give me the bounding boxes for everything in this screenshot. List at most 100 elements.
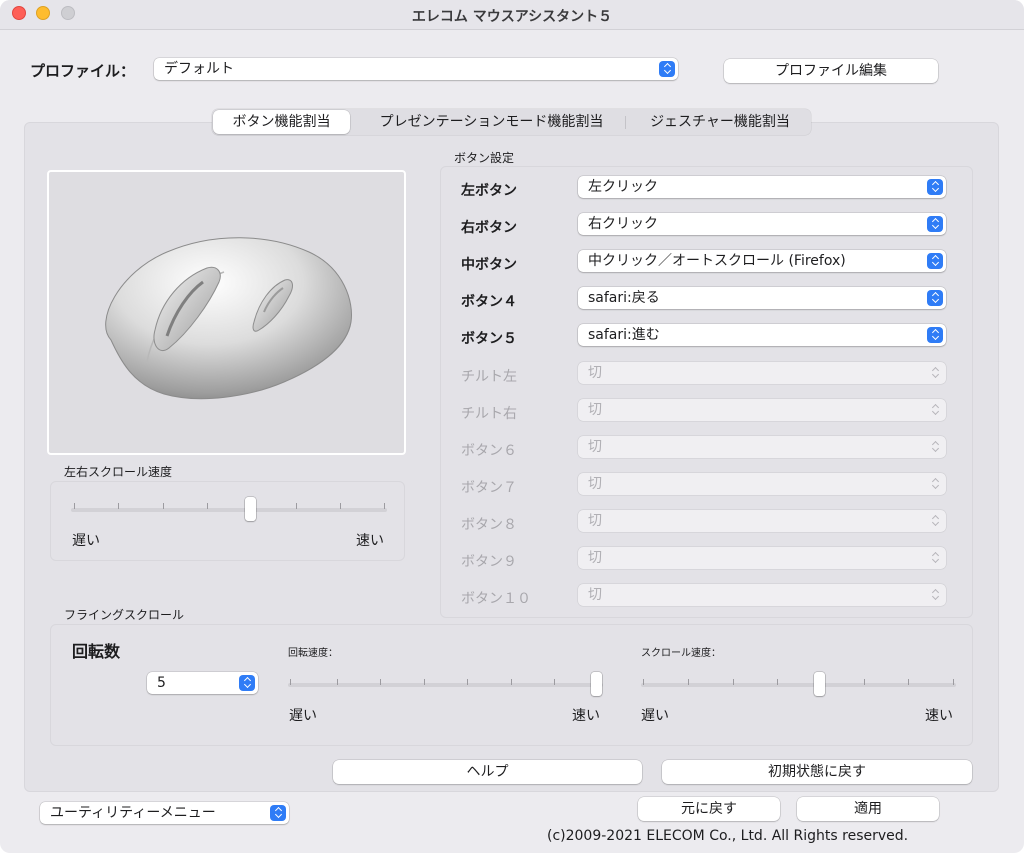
utility-menu-select[interactable]: ユーティリティーメニュー <box>40 802 289 824</box>
chevron-updown-icon <box>927 587 943 603</box>
flying-scroll-title: フライングスクロール <box>64 608 185 622</box>
slider-tick <box>380 679 381 685</box>
tilt-left-value: 切 <box>588 365 602 381</box>
window-title: エレコム マウスアシスタント５ <box>411 9 613 25</box>
chevron-updown-icon <box>927 365 943 381</box>
slider-tick <box>511 679 512 685</box>
reset-defaults-button[interactable]: 初期状態に戻す <box>662 760 972 784</box>
copyright-text: (c)2009-2021 ELECOM Co., Ltd. All Rights… <box>547 828 909 844</box>
button-9-value: 切 <box>588 550 602 566</box>
rotation-speed-label: 回転速度： <box>288 648 338 659</box>
chevron-updown-icon <box>927 476 943 492</box>
tab-button-assign[interactable]: ボタン機能割当 <box>213 110 350 134</box>
chevron-updown-icon <box>927 439 943 455</box>
utility-menu-value: ユーティリティーメニュー <box>50 805 216 821</box>
chevron-updown-icon <box>927 402 943 418</box>
edit-profile-button[interactable]: プロファイル編集 <box>724 59 938 83</box>
slider-tick <box>118 503 119 509</box>
horizontal-scroll-title: 左右スクロール速度 <box>64 465 173 479</box>
slider-tick <box>688 679 689 685</box>
rotation-speed-slider-knob[interactable] <box>591 672 602 696</box>
scroll-speed-fast-label: 速い <box>925 708 953 724</box>
tab-gesture-assign[interactable]: ジェスチャー機能割当 <box>632 109 808 135</box>
profile-select[interactable]: デフォルト <box>154 58 678 80</box>
scroll-speed-slider-knob[interactable] <box>814 672 825 696</box>
slider-tick <box>340 503 341 509</box>
slider-tick <box>290 679 291 685</box>
button-10-value: 切 <box>588 587 602 603</box>
chevron-updown-icon <box>927 513 943 529</box>
rotation-speed-track <box>288 683 603 687</box>
slider-tick <box>296 503 297 509</box>
scroll-speed-label: スクロール速度： <box>641 648 721 659</box>
chevron-updown-icon <box>927 550 943 566</box>
chevron-updown-icon <box>927 253 943 269</box>
button-settings-title: ボタン設定 <box>454 151 515 165</box>
row-label-right-button: 右ボタン <box>461 220 517 236</box>
mouse-preview <box>47 170 406 455</box>
slider-tick <box>467 679 468 685</box>
button-7-value: 切 <box>588 476 602 492</box>
slider-tick <box>908 679 909 685</box>
slider-tick <box>384 503 385 509</box>
left-button-value: 左クリック <box>588 179 658 195</box>
rotations-select[interactable]: 5 <box>147 672 258 694</box>
title-bar: エレコム マウスアシスタント５ <box>0 0 1024 30</box>
button-9-select[interactable]: 切 <box>578 547 946 569</box>
chevron-updown-icon <box>659 61 675 77</box>
chevron-updown-icon <box>239 675 255 691</box>
tab-presentation-assign[interactable]: プレゼンテーションモード機能割当 <box>355 109 628 135</box>
slider-tick <box>554 679 555 685</box>
chevron-updown-icon <box>927 327 943 343</box>
button-6-value: 切 <box>588 439 602 455</box>
slider-tick <box>864 679 865 685</box>
row-label-button-4: ボタン４ <box>461 294 517 310</box>
rotation-speed-slow-label: 遅い <box>289 708 317 724</box>
horizontal-scroll-group <box>50 481 405 561</box>
revert-button[interactable]: 元に戻す <box>638 797 780 821</box>
horizontal-scroll-fast-label: 速い <box>356 533 384 549</box>
slider-tick <box>777 679 778 685</box>
row-label-button-8: ボタン８ <box>461 517 517 533</box>
slider-tick <box>733 679 734 685</box>
button-7-select[interactable]: 切 <box>578 473 946 495</box>
app-window: エレコム マウスアシスタント５ プロファイル： デフォルト プロファイル編集 ボ… <box>0 0 1024 853</box>
button-4-value: safari:戻る <box>588 290 660 306</box>
middle-button-value: 中クリック／オートスクロール (Firefox) <box>588 253 846 269</box>
row-label-middle-button: 中ボタン <box>461 257 517 273</box>
horizontal-scroll-slider-knob[interactable] <box>245 497 256 521</box>
right-button-value: 右クリック <box>588 216 658 232</box>
profile-select-value: デフォルト <box>164 61 234 77</box>
chevron-updown-icon <box>927 290 943 306</box>
left-button-select[interactable]: 左クリック <box>578 176 946 198</box>
button-8-select[interactable]: 切 <box>578 510 946 532</box>
button-5-select[interactable]: safari:進む <box>578 324 946 346</box>
tilt-left-select[interactable]: 切 <box>578 362 946 384</box>
apply-button[interactable]: 適用 <box>797 797 939 821</box>
middle-button-select[interactable]: 中クリック／オートスクロール (Firefox) <box>578 250 946 272</box>
slider-tick <box>207 503 208 509</box>
scroll-speed-slow-label: 遅い <box>641 708 669 724</box>
tilt-right-select[interactable]: 切 <box>578 399 946 421</box>
tilt-right-value: 切 <box>588 402 602 418</box>
row-label-left-button: 左ボタン <box>461 183 517 199</box>
slider-tick <box>163 503 164 509</box>
button-10-select[interactable]: 切 <box>578 584 946 606</box>
slider-tick <box>74 503 75 509</box>
row-label-tilt-left: チルト左 <box>461 369 517 385</box>
rotations-label: 回転数 <box>72 642 121 661</box>
slider-tick <box>643 679 644 685</box>
chevron-updown-icon <box>927 216 943 232</box>
profile-label: プロファイル： <box>30 62 136 80</box>
right-button-select[interactable]: 右クリック <box>578 213 946 235</box>
row-label-tilt-right: チルト右 <box>461 406 517 422</box>
button-5-value: safari:進む <box>588 327 660 343</box>
button-6-select[interactable]: 切 <box>578 436 946 458</box>
row-label-button-7: ボタン７ <box>461 480 517 496</box>
button-8-value: 切 <box>588 513 602 529</box>
button-4-select[interactable]: safari:戻る <box>578 287 946 309</box>
chevron-updown-icon <box>270 805 286 821</box>
rotation-speed-fast-label: 速い <box>572 708 600 724</box>
help-button[interactable]: ヘルプ <box>333 760 642 784</box>
row-label-button-10: ボタン１０ <box>461 591 531 607</box>
